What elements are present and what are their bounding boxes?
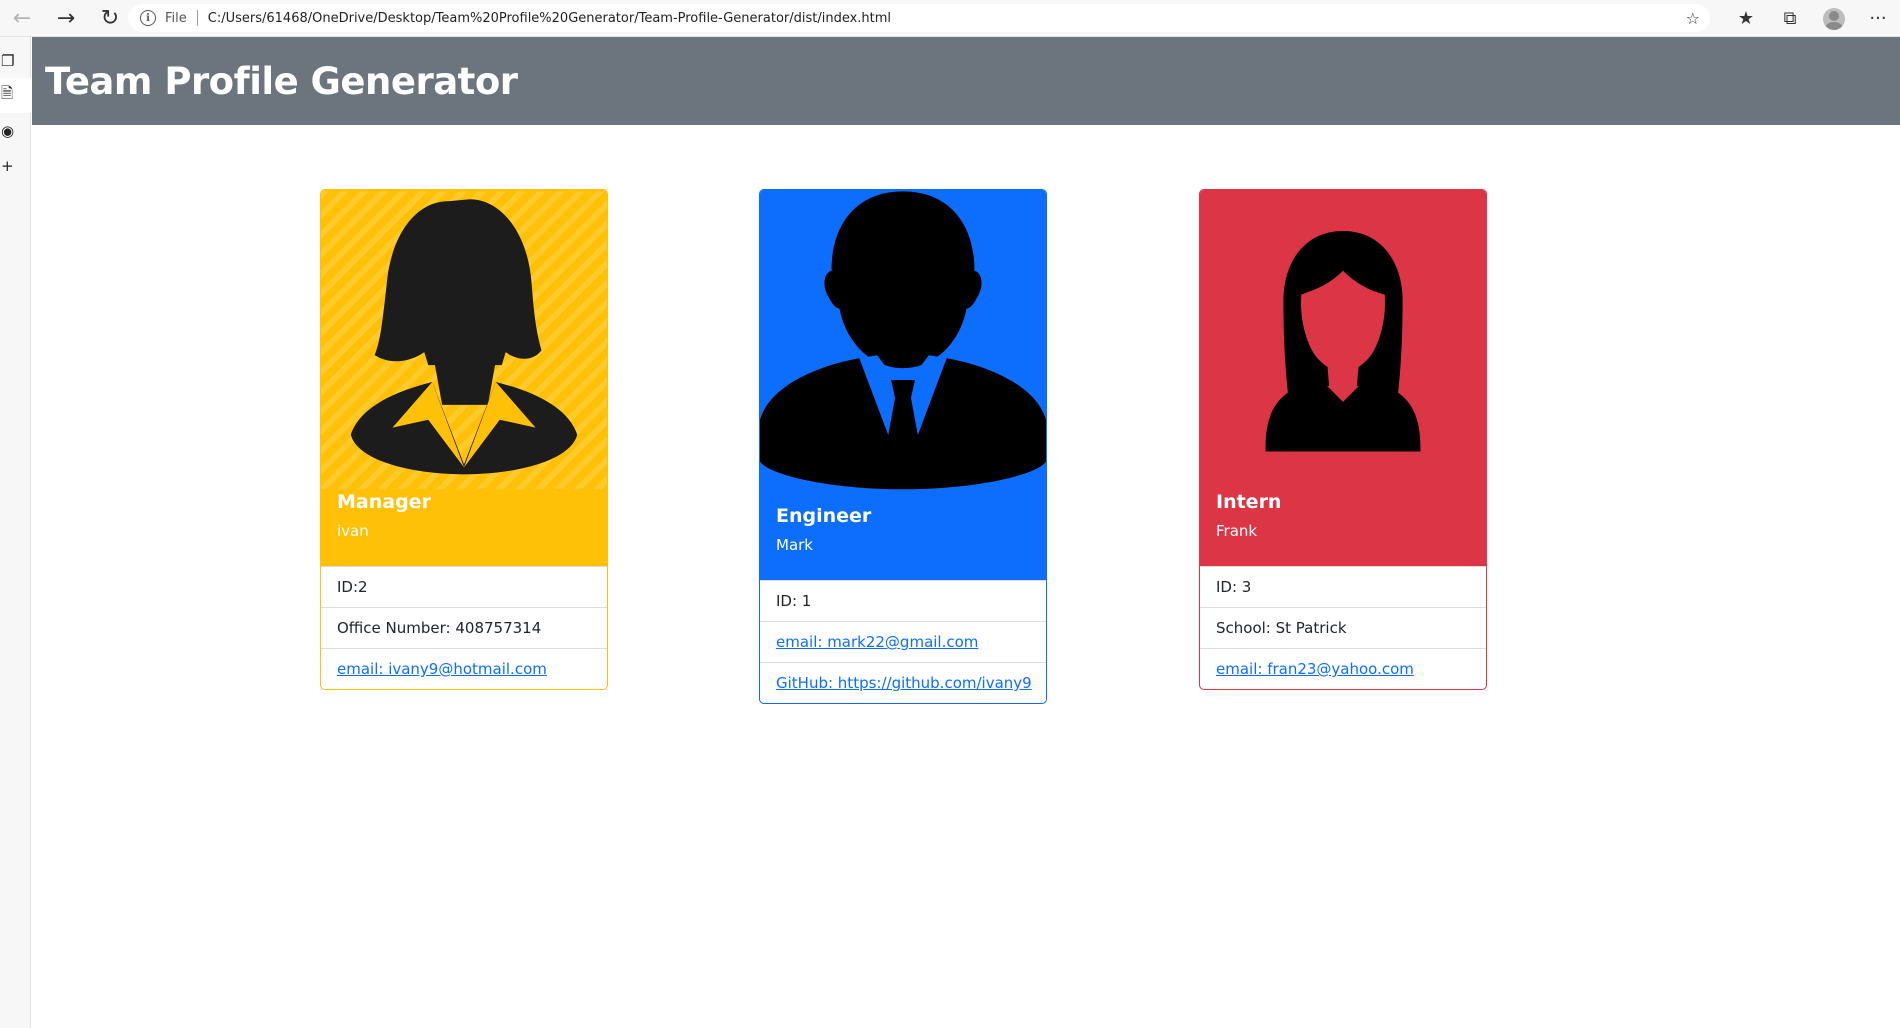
intern-id: ID: 3 [1200, 566, 1486, 607]
manager-card-header: Manager ivan [321, 190, 607, 566]
intern-card: Intern Frank ID: 3 School: St Patrick em… [1199, 189, 1487, 690]
intern-school: School: St Patrick [1200, 607, 1486, 648]
browser-toolbar: ← → ↻ i File C:/Users/61468/OneDrive/Des… [0, 0, 1900, 37]
engineer-email-item: email: mark22@gmail.com [760, 621, 1046, 662]
intern-role: Intern [1216, 491, 1282, 513]
profile-avatar-icon [1823, 7, 1845, 30]
engineer-email-link[interactable]: email: mark22@gmail.com [776, 633, 978, 651]
engineer-id: ID: 1 [760, 580, 1046, 621]
engineer-name: Mark [776, 536, 813, 554]
manager-email-link[interactable]: email: ivany9@hotmail.com [337, 660, 547, 678]
intern-email-link[interactable]: email: fran23@yahoo.com [1216, 660, 1414, 678]
back-arrow-icon[interactable]: ← [0, 0, 44, 37]
page: Team Profile Generator Manager ivan ID:2… [32, 37, 1900, 1028]
add-favorite-icon[interactable]: ☆ [1686, 9, 1700, 28]
new-tab-plus-icon[interactable]: + [0, 148, 31, 183]
page-tab-icon[interactable]: 🗎 [0, 78, 31, 113]
header-banner: Team Profile Generator [32, 37, 1900, 125]
url-text[interactable]: C:/Users/61468/OneDrive/Desktop/Team%20P… [208, 11, 891, 26]
favorites-icon[interactable]: ★ [1724, 0, 1768, 37]
refresh-icon[interactable]: ↻ [88, 0, 132, 37]
manager-role: Manager [337, 491, 431, 513]
manager-office-number: Office Number: 408757314 [321, 607, 607, 648]
manager-email-item: email: ivany9@hotmail.com [321, 648, 607, 689]
more-menu-icon[interactable]: ··· [1856, 0, 1900, 37]
engineer-github-link[interactable]: GitHub: https://github.com/ivany9 [776, 674, 1032, 692]
manager-card: Manager ivan ID:2 Office Number: 4087573… [320, 189, 608, 690]
file-label: File [165, 10, 187, 26]
page-title: Team Profile Generator [45, 59, 518, 103]
address-separator [196, 10, 198, 26]
engineer-card: Engineer Mark ID: 1 email: mark22@gmail.… [759, 189, 1047, 704]
address-bar[interactable]: i File C:/Users/61468/OneDrive/Desktop/T… [128, 4, 1710, 32]
engineer-card-header: Engineer Mark [760, 190, 1046, 580]
engineer-role: Engineer [776, 505, 872, 527]
profile-button[interactable] [1812, 0, 1856, 37]
engineer-github-item: GitHub: https://github.com/ivany9 [760, 662, 1046, 703]
manager-id: ID:2 [321, 566, 607, 607]
intern-email-item: email: fran23@yahoo.com [1200, 648, 1486, 689]
info-icon[interactable]: i [140, 10, 156, 26]
intern-name: Frank [1216, 522, 1258, 540]
tab-actions-icon[interactable]: ❐ [0, 43, 31, 78]
collections-icon[interactable]: ⧉ [1768, 0, 1812, 37]
github-icon[interactable]: ◉ [0, 113, 31, 148]
forward-arrow-icon[interactable]: → [44, 0, 88, 37]
intern-card-header: Intern Frank [1200, 190, 1486, 566]
manager-name: ivan [337, 522, 369, 540]
browser-sidebar: ❐ 🗎 ◉ + [0, 37, 31, 1028]
